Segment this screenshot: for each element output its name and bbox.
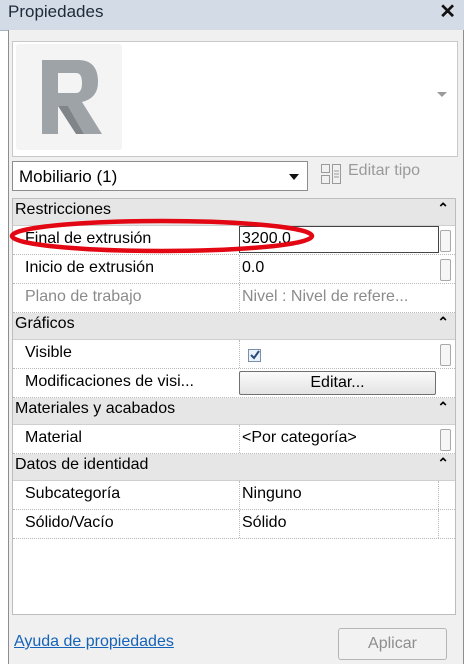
section-label: Materiales y acabados	[15, 400, 176, 417]
help-link[interactable]: Ayuda de propiedades	[14, 633, 174, 651]
collapse-icon[interactable]: ⌃	[437, 455, 449, 472]
window-title: Propiedades	[8, 2, 104, 21]
apply-button[interactable]: Aplicar	[338, 628, 447, 660]
property-row-plano-trabajo: Plano de trabajo Nivel : Nivel de refere…	[13, 284, 455, 313]
column-divider	[239, 284, 240, 312]
close-icon[interactable]: ✕	[439, 0, 456, 24]
property-label: Final de extrusión	[25, 230, 152, 247]
property-label: Sólido/Vacío	[25, 514, 114, 531]
section-label: Gráficos	[15, 315, 75, 332]
column-divider	[239, 510, 240, 538]
edit-type-label: Editar tipo	[348, 162, 421, 179]
column-divider	[239, 255, 240, 283]
property-row-material[interactable]: Material <Por categoría>	[13, 425, 455, 454]
section-label: Restricciones	[15, 201, 112, 218]
section-datos-identidad[interactable]: Datos de identidad ⌃	[13, 454, 455, 481]
revit-r-icon	[16, 44, 122, 150]
property-value: 3200.0	[242, 230, 291, 247]
title-bar: Propiedades ✕	[0, 0, 464, 31]
type-selector-value: Mobiliario (1)	[19, 167, 118, 186]
collapse-icon[interactable]: ⌃	[437, 399, 449, 416]
property-value[interactable]: <Por categoría>	[242, 429, 440, 447]
property-row-final-extrusion[interactable]: Final de extrusión 3200.0	[13, 226, 455, 255]
associate-parameter-button[interactable]	[440, 429, 451, 451]
collapse-icon[interactable]: ⌃	[437, 314, 449, 331]
column-divider	[239, 340, 240, 368]
palette-dropdown-icon[interactable]	[437, 92, 447, 97]
property-value[interactable]: 0.0	[242, 259, 440, 277]
chevron-down-icon	[289, 174, 299, 180]
property-row-visibility-overrides[interactable]: Modificaciones de visi... Editar...	[13, 369, 455, 398]
section-label: Datos de identidad	[15, 456, 149, 473]
property-row-inicio-extrusion[interactable]: Inicio de extrusión 0.0	[13, 255, 455, 284]
column-divider	[438, 481, 439, 509]
property-label: Material	[25, 429, 82, 446]
edit-type-icon	[321, 164, 341, 184]
section-graficos[interactable]: Gráficos ⌃	[13, 313, 455, 340]
associate-parameter-button[interactable]	[440, 230, 451, 252]
associate-parameter-button[interactable]	[440, 344, 451, 366]
property-label: Visible	[25, 344, 72, 361]
property-value[interactable]: Sólido	[242, 514, 440, 532]
property-value[interactable]: Ninguno	[242, 485, 440, 503]
type-selector-dropdown[interactable]: Mobiliario (1)	[12, 161, 308, 191]
collapse-icon[interactable]: ⌃	[437, 200, 449, 217]
edit-visibility-button[interactable]: Editar...	[239, 371, 436, 395]
associate-parameter-button[interactable]	[440, 259, 451, 281]
column-divider	[438, 510, 439, 538]
section-materiales[interactable]: Materiales y acabados ⌃	[13, 398, 455, 425]
checkmark-icon	[250, 350, 260, 360]
property-row-visible[interactable]: Visible	[13, 340, 455, 369]
column-divider	[239, 425, 240, 453]
property-label: Subcategoría	[25, 485, 121, 502]
section-restricciones[interactable]: Restricciones ⌃	[13, 199, 455, 226]
column-divider	[239, 481, 240, 509]
property-row-solido-vacio[interactable]: Sólido/Vacío Sólido	[13, 510, 455, 539]
properties-grid: Restricciones ⌃ Final de extrusión 3200.…	[12, 198, 456, 615]
final-extrusion-input[interactable]: 3200.0	[239, 226, 439, 253]
property-row-subcategoria[interactable]: Subcategoría Ninguno	[13, 481, 455, 510]
property-label: Inicio de extrusión	[25, 259, 154, 276]
property-value: Nivel : Nivel de refere...	[242, 288, 409, 305]
property-label: Plano de trabajo	[25, 288, 142, 305]
property-label: Modificaciones de visi...	[25, 373, 194, 390]
visible-checkbox[interactable]	[248, 349, 261, 362]
